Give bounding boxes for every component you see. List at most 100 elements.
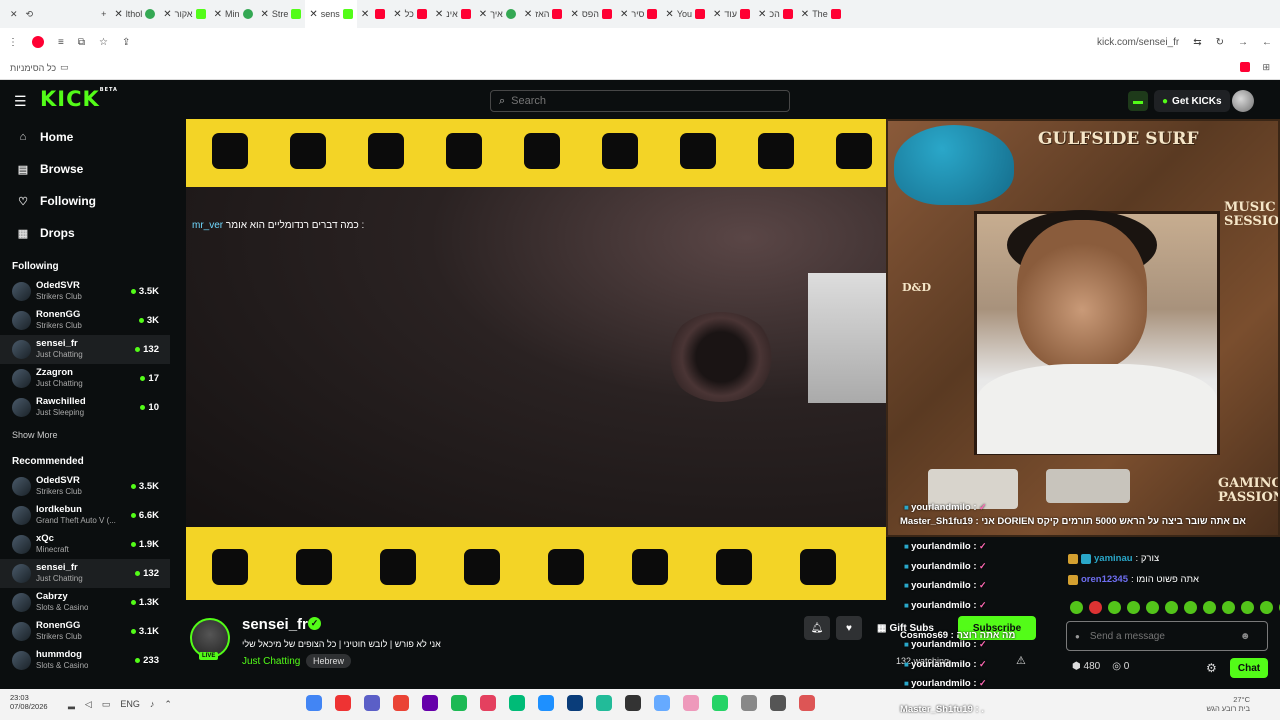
show-more-link[interactable]: Show More: [0, 422, 170, 444]
tv-icon[interactable]: ▬: [1128, 91, 1148, 111]
emote-icon[interactable]: [1070, 601, 1083, 614]
forward-icon[interactable]: →: [1238, 37, 1248, 48]
vscode-icon[interactable]: [538, 695, 554, 711]
browser-tab[interactable]: ✕: [357, 0, 389, 28]
app-6-icon[interactable]: [799, 695, 815, 711]
kicks-count[interactable]: ⬢ 480: [1072, 661, 1100, 672]
close-tab-icon[interactable]: ✕: [214, 9, 222, 20]
get-kicks-button[interactable]: ● Get KICKs: [1154, 90, 1230, 112]
kick-logo[interactable]: KICKBETA: [40, 87, 118, 111]
emote-icon[interactable]: [1184, 601, 1197, 614]
browser-tab[interactable]: ✕ אינ: [431, 0, 475, 28]
sidebar-channel[interactable]: RonenGG Strikers Club 3.1K: [0, 617, 170, 646]
tab-close-icon[interactable]: ✕: [0, 0, 22, 28]
files-icon[interactable]: [683, 695, 699, 711]
all-bookmarks[interactable]: כל הסימניות: [10, 63, 56, 73]
points-count[interactable]: ◎ 0: [1112, 661, 1129, 672]
messenger-icon[interactable]: [364, 695, 380, 711]
chat-send-button[interactable]: Chat: [1230, 658, 1268, 678]
browser-tab[interactable]: ✕ Min: [210, 0, 257, 28]
sidebar-channel[interactable]: hummdog Slots & Casino 233: [0, 646, 170, 675]
apps-icon[interactable]: ⊞: [1262, 62, 1270, 73]
close-tab-icon[interactable]: ✕: [665, 9, 673, 20]
app-2-icon[interactable]: [422, 695, 438, 711]
app-4-icon[interactable]: [654, 695, 670, 711]
browser-tab[interactable]: ✕ איך: [475, 0, 520, 28]
stream-category[interactable]: Just Chatting: [242, 656, 300, 667]
close-tab-icon[interactable]: ✕: [393, 9, 401, 20]
sidebar-channel[interactable]: xQc Minecraft 1.9K: [0, 530, 170, 559]
back-icon[interactable]: ←: [1262, 37, 1272, 48]
chat-input[interactable]: [1089, 630, 1230, 642]
browser-tab[interactable]: ✕ Stre: [257, 0, 306, 28]
new-tab-icon[interactable]: +: [97, 0, 110, 28]
emote-icon[interactable]: [1146, 601, 1159, 614]
sidebar-channel[interactable]: lordkebun Grand Theft Auto V (... 6.6K: [0, 501, 170, 530]
sidebar-channel[interactable]: sensei_fr Just Chatting 132: [0, 559, 170, 588]
sidebar-channel[interactable]: Cabrzy Slots & Casino 1.3K: [0, 588, 170, 617]
close-tab-icon[interactable]: ✕: [524, 9, 532, 20]
language-tag[interactable]: Hebrew: [306, 654, 352, 668]
sidebar-channel[interactable]: Rawchilled Just Sleeping 10: [0, 393, 170, 422]
emote-icon[interactable]: [1260, 601, 1273, 614]
emote-icon[interactable]: [1108, 601, 1121, 614]
notification-bell-icon[interactable]: 🔔︎: [804, 616, 830, 640]
browser-tab[interactable]: ✕ עוד: [709, 0, 754, 28]
close-tab-icon[interactable]: ✕: [758, 9, 766, 20]
browser-tab[interactable]: ✕ סיר: [616, 0, 661, 28]
close-tab-icon[interactable]: ✕: [801, 9, 809, 20]
emote-icon[interactable]: [1089, 601, 1102, 614]
close-tab-icon[interactable]: ✕: [114, 9, 122, 20]
close-tab-icon[interactable]: ✕: [361, 9, 369, 20]
profile-icon[interactable]: [32, 36, 44, 48]
browser-tab[interactable]: ✕ lthol: [110, 0, 159, 28]
menu-dots-icon[interactable]: ⋮: [8, 37, 18, 48]
emote-icon[interactable]: [1203, 601, 1216, 614]
chrome-2-icon[interactable]: [393, 695, 409, 711]
close-tab-icon[interactable]: ✕: [713, 9, 721, 20]
close-tab-icon[interactable]: ✕: [435, 9, 443, 20]
youtube-bookmark-icon[interactable]: [1240, 62, 1251, 72]
tab-refresh-icon[interactable]: ⟲: [22, 0, 38, 28]
browser-tab[interactable]: ✕ אקור: [159, 0, 209, 28]
close-tab-icon[interactable]: ✕: [570, 9, 578, 20]
whatsapp-icon[interactable]: [712, 695, 728, 711]
font-icon[interactable]: [741, 695, 757, 711]
emote-icon[interactable]: [1165, 601, 1178, 614]
app-5-icon[interactable]: [770, 695, 786, 711]
browser-tab[interactable]: ✕ הכ: [754, 0, 797, 28]
speaker-icon[interactable]: ◁: [85, 699, 92, 710]
instagram-icon[interactable]: [480, 695, 496, 711]
clock[interactable]: 23:03 07/08/2026: [10, 693, 48, 711]
weather-widget[interactable]: 27°C בית רובע הגש: [1206, 695, 1250, 713]
premiere-icon[interactable]: [567, 695, 583, 711]
language-indicator[interactable]: ENG: [120, 699, 140, 710]
terminal-icon[interactable]: [625, 695, 641, 711]
close-tab-icon[interactable]: ✕: [479, 9, 487, 20]
nav-drops[interactable]: ▦ Drops: [0, 217, 170, 249]
sidebar-channel[interactable]: Zzagron Just Chatting 17: [0, 364, 170, 393]
browser-tab[interactable]: ✕ כל: [389, 0, 431, 28]
chrome-icon[interactable]: [306, 695, 322, 711]
search-input[interactable]: [511, 95, 772, 107]
search-box[interactable]: ⌕: [490, 90, 790, 112]
app-3-icon[interactable]: [596, 695, 612, 711]
close-tab-icon[interactable]: ✕: [163, 9, 171, 20]
browser-tab[interactable]: ✕ האז: [520, 0, 567, 28]
video-player[interactable]: mr_ver כמה דברים רנדומליים הוא אומר :: [186, 119, 886, 600]
mic-icon[interactable]: ♪: [150, 699, 155, 710]
battery-icon[interactable]: ▭: [102, 699, 111, 710]
address-bar[interactable]: kick.com/sensei_fr: [1097, 37, 1179, 48]
close-tab-icon[interactable]: ✕: [261, 9, 269, 20]
nav-home[interactable]: ⌂ Home: [0, 121, 170, 153]
bookmark-star-icon[interactable]: ☆: [99, 37, 108, 48]
app-icon[interactable]: [335, 695, 351, 711]
tray-expand-icon[interactable]: ⌃: [164, 699, 172, 710]
extensions-icon[interactable]: ⧉: [78, 37, 85, 48]
emote-icon[interactable]: [1222, 601, 1235, 614]
emote-icon[interactable]: [1127, 601, 1140, 614]
close-tab-icon[interactable]: ✕: [620, 9, 628, 20]
browser-tab[interactable]: ✕ You: [661, 0, 709, 28]
nav-following[interactable]: ♡ Following: [0, 185, 170, 217]
sidebar-channel[interactable]: RonenGG Strikers Club 3K: [0, 306, 170, 335]
